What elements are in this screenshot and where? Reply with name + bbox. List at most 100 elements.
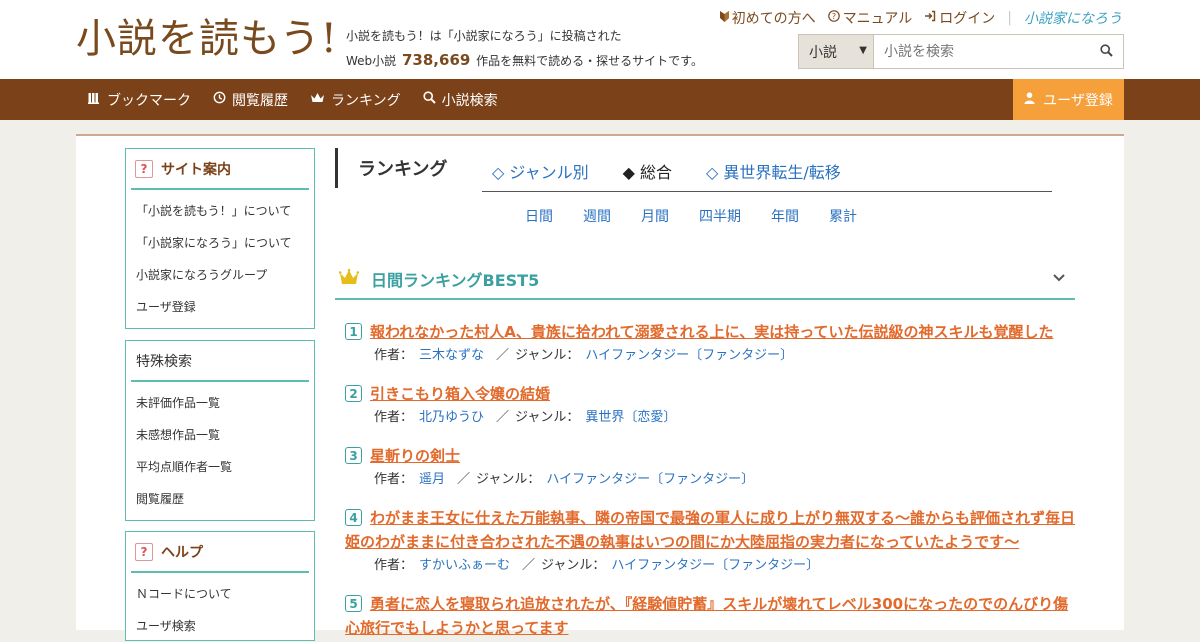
author-link[interactable]: 三木なずな — [419, 348, 484, 363]
sidebar-item-history[interactable]: 閲覧履歴 — [126, 483, 314, 515]
nav-history[interactable]: 閲覧履歴 — [213, 90, 288, 110]
period-weekly[interactable]: 週間 — [583, 206, 611, 226]
user-icon — [1024, 91, 1035, 108]
help-header: ? ヘルプ — [131, 532, 309, 573]
daily-best5-section[interactable]: 日間ランキングBEST5 — [335, 260, 1075, 300]
page-title: ランキング — [358, 159, 448, 180]
novel-title-link[interactable]: 引きこもり箱入令嬢の結婚 — [370, 385, 550, 403]
ranking-entry-3: 3 星斬りの剣士 作者： 遥月 ／ ジャンル： ハイファンタジー〔ファンタジー〕 — [345, 444, 1075, 492]
tagline-suffix: 作品を無料で読める・探せるサイトです。 — [476, 54, 703, 68]
login-link[interactable]: ログイン — [924, 8, 995, 28]
sidebar-item-user-search[interactable]: ユーザ検索 — [126, 610, 314, 642]
sidebar-item-about-yomou[interactable]: 「小説を読もう！」について — [126, 195, 314, 227]
tab-genre[interactable]: ◇ ジャンル別 — [492, 159, 589, 183]
period-yearly[interactable]: 年間 — [771, 206, 799, 226]
site-guide-header: ? サイト案内 — [131, 149, 309, 190]
search-bar: 小説 ▼ — [798, 34, 1124, 69]
crown-icon — [310, 92, 325, 108]
special-search-header: 特殊検索 — [131, 341, 309, 382]
ranking-entry-1: 1 報われなかった村人A、貴族に拾われて溺愛される上に、実は持っていた伝説級の神ス… — [345, 320, 1075, 368]
sidebar-item-author-average[interactable]: 平均点順作者一覧 — [126, 451, 314, 483]
rank-badge: 5 — [345, 595, 362, 612]
chevron-down-icon[interactable] — [1053, 270, 1065, 286]
author-link[interactable]: 遥月 — [419, 472, 445, 487]
work-count: 738,669 — [402, 51, 471, 69]
meta-separator: ／ — [522, 558, 536, 573]
nav-bookmark[interactable]: ブックマーク — [88, 90, 191, 110]
genre-link[interactable]: ハイファンタジー〔ファンタジー〕 — [546, 472, 754, 487]
author-label: 作者： — [374, 558, 414, 573]
history-icon — [213, 91, 226, 108]
tab-isekai[interactable]: ◇ 異世界転生/転移 — [706, 159, 841, 183]
author-label: 作者： — [374, 472, 414, 487]
link-divider: | — [1007, 10, 1012, 26]
beginner-icon — [719, 10, 729, 26]
period-quarterly[interactable]: 四半期 — [699, 206, 741, 226]
ranking-heading: ランキング — [335, 148, 447, 188]
nav-search[interactable]: 小説検索 — [422, 90, 498, 110]
meta-separator: ／ — [496, 348, 510, 363]
ranking-entry-5: 5 勇者に恋人を寝取られ追放されたが、『経験値貯蓄』スキルが壊れてレベル300にな… — [345, 592, 1080, 640]
main-nav: ブックマーク 閲覧履歴 ランキング 小説検索 ユーザ登録 — [0, 79, 1200, 120]
sidebar-item-unrated[interactable]: 未評価作品一覧 — [126, 387, 314, 419]
novel-title-link[interactable]: 報われなかった村人A、貴族に拾われて溺愛される上に、実は持っていた伝説級の神スキ… — [370, 323, 1053, 341]
genre-link[interactable]: 異世界〔恋愛〕 — [585, 410, 676, 425]
site-logo[interactable]: 小説を読もう! — [76, 14, 338, 64]
question-icon: ? — [135, 542, 153, 561]
section-title: 日間ランキングBEST5 — [371, 271, 540, 290]
genre-link[interactable]: ハイファンタジー〔ファンタジー〕 — [611, 558, 819, 573]
ranking-entry-4: 4 わがまま王女に仕えた万能執事、隣の帝国で最強の軍人に成り上がり無双する〜誰から… — [345, 506, 1080, 578]
novel-meta: 作者： 遥月 ／ ジャンル： ハイファンタジー〔ファンタジー〕 — [345, 468, 1075, 492]
register-button[interactable]: ユーザ登録 — [1013, 79, 1124, 120]
nav-ranking[interactable]: ランキング — [310, 90, 401, 110]
bookmark-icon — [88, 92, 101, 108]
sidebar-item-about-narou[interactable]: 「小説家になろう」について — [126, 227, 314, 259]
tagline-line2: Web小説 738,669 作品を無料で読める・探せるサイトです。 — [346, 48, 703, 73]
nav-history-label: 閲覧履歴 — [232, 92, 288, 109]
crown-icon — [338, 267, 360, 291]
syosetu-brand-link[interactable]: 小説家になろう — [1024, 8, 1122, 28]
sidebar-item-ncode[interactable]: Ｎコードについて — [126, 578, 314, 610]
period-daily[interactable]: 日間 — [525, 206, 553, 226]
search-button[interactable] — [1089, 35, 1123, 68]
question-circle-icon: ? — [827, 10, 840, 26]
search-input[interactable] — [874, 35, 1089, 68]
search-icon — [1099, 42, 1113, 61]
sidebar-item-register[interactable]: ユーザ登録 — [126, 291, 314, 323]
nav-bookmark-label: ブックマーク — [107, 92, 191, 109]
site-header: 小説を読もう! 小説を読もう！は「小説家になろう」に投稿された Web小説 73… — [0, 0, 1200, 79]
manual-link[interactable]: ? マニュアル — [827, 8, 912, 28]
genre-label: ジャンル： — [515, 348, 580, 363]
period-total[interactable]: 累計 — [829, 206, 857, 226]
first-time-link[interactable]: 初めての方へ — [719, 8, 816, 28]
special-search-box: 特殊検索 未評価作品一覧 未感想作品一覧 平均点順作者一覧 閲覧履歴 — [125, 340, 315, 521]
help-title: ヘルプ — [161, 544, 203, 561]
nav-search-label: 小説検索 — [441, 92, 498, 109]
author-label: 作者： — [374, 348, 414, 363]
tab-overall[interactable]: ◆ 総合 — [623, 159, 672, 183]
period-links: 日間 週間 月間 四半期 年間 累計 — [525, 206, 887, 226]
novel-meta: 作者： 三木なずな ／ ジャンル： ハイファンタジー〔ファンタジー〕 — [345, 344, 1075, 368]
genre-label: ジャンル： — [515, 410, 580, 425]
search-category-select[interactable]: 小説 ▼ — [799, 35, 874, 68]
novel-title-link[interactable]: 星斬りの剣士 — [370, 447, 460, 465]
period-monthly[interactable]: 月間 — [641, 206, 669, 226]
site-guide-box: ? サイト案内 「小説を読もう！」について 「小説家になろう」について 小説家に… — [125, 148, 315, 329]
novel-title-link[interactable]: 勇者に恋人を寝取られ追放されたが、『経験値貯蓄』スキルが壊れてレベル300になっ… — [345, 595, 1068, 637]
site-guide-title: サイト案内 — [161, 161, 231, 178]
author-link[interactable]: 北乃ゆうひ — [419, 410, 484, 425]
genre-label: ジャンル： — [476, 472, 541, 487]
sidebar-item-no-review[interactable]: 未感想作品一覧 — [126, 419, 314, 451]
nav-ranking-label: ランキング — [331, 92, 401, 109]
novel-title-link[interactable]: わがまま王女に仕えた万能執事、隣の帝国で最強の軍人に成り上がり無双する〜誰からも… — [345, 509, 1075, 551]
site-tagline: 小説を読もう！は「小説家になろう」に投稿された Web小説 738,669 作品… — [346, 24, 703, 73]
rank-badge: 1 — [345, 323, 362, 340]
author-link[interactable]: すかいふぁーむ — [419, 558, 510, 573]
search-icon — [422, 91, 436, 108]
svg-text:?: ? — [832, 12, 836, 21]
sidebar-item-narou-group[interactable]: 小説家になろうグループ — [126, 259, 314, 291]
meta-separator: ／ — [496, 410, 510, 425]
genre-link[interactable]: ハイファンタジー〔ファンタジー〕 — [585, 348, 793, 363]
rank-badge: 2 — [345, 385, 362, 402]
first-time-label: 初めての方へ — [731, 11, 816, 27]
